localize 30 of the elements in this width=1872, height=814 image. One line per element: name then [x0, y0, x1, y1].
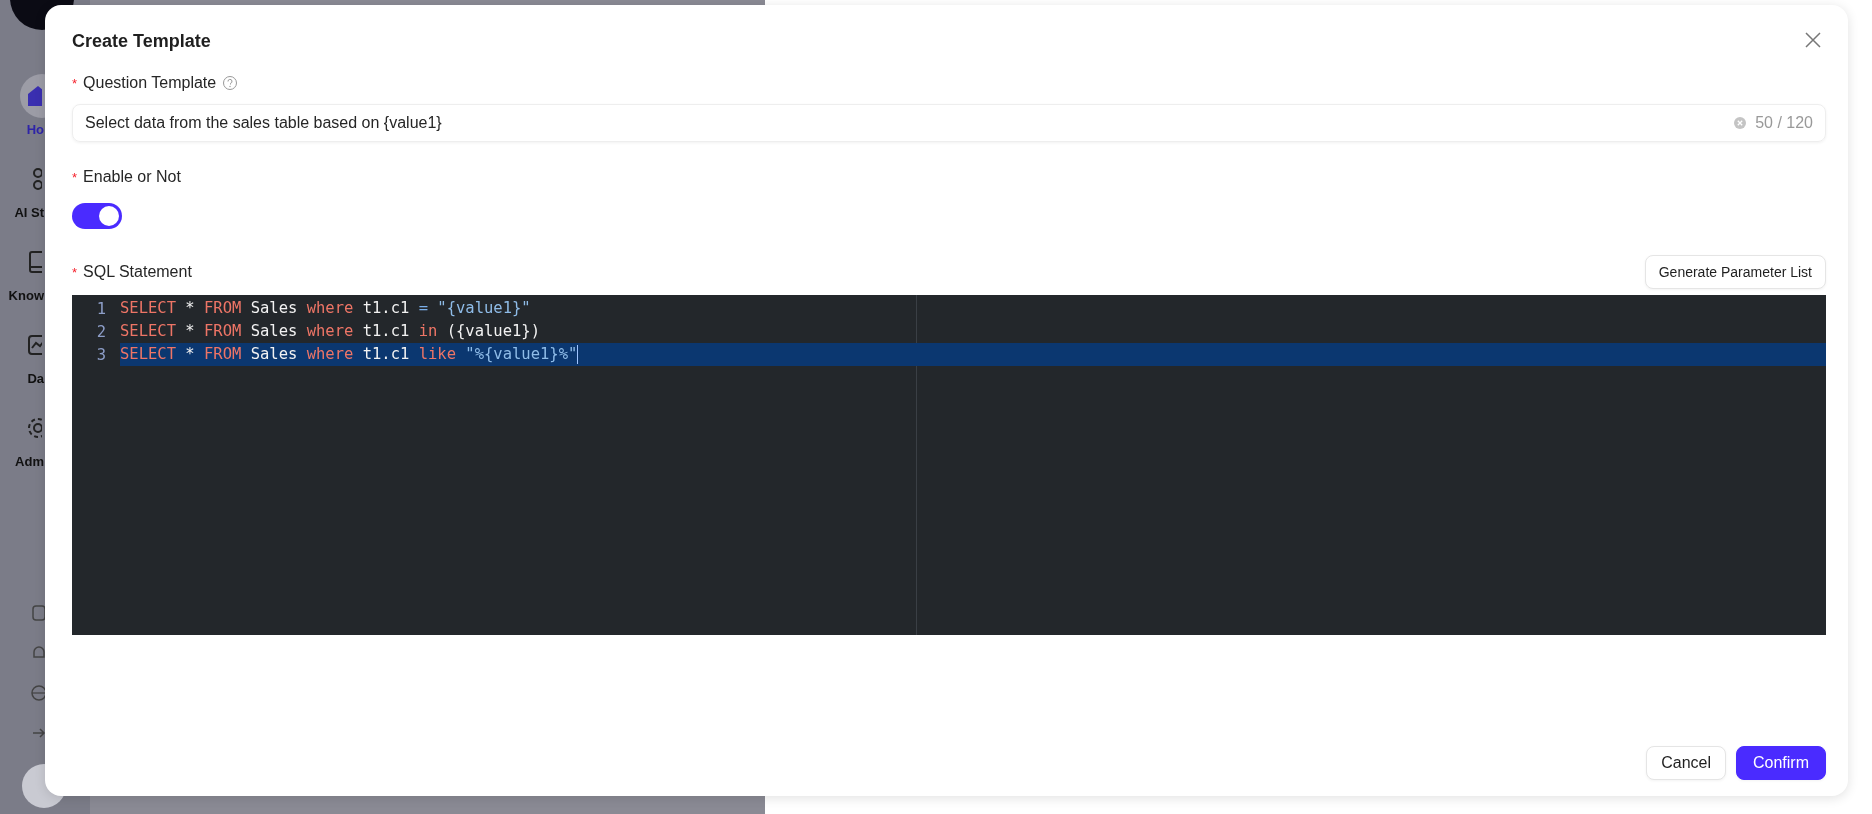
confirm-button[interactable]: Confirm	[1736, 746, 1826, 780]
field-label: Question Template	[83, 74, 217, 92]
code-editor[interactable]: 1 SELECT * FROM Sales where t1.c1 = "{value1}" 2 SELECT * FROM Sales where t1.c1 in ({value1}) 3 SELECT * FROM Sales where t1.c1 like "%{value1}%"	[72, 295, 1826, 635]
cancel-button[interactable]: Cancel	[1646, 746, 1726, 780]
book-icon	[27, 251, 42, 273]
globe-icon[interactable]	[30, 684, 48, 702]
required-mark: *	[72, 75, 78, 91]
sidebar-item[interactable]: AI St	[0, 157, 64, 220]
code-line: SELECT * FROM Sales where t1.c1 = "{value1}"	[120, 298, 532, 319]
field-label: SQL Statement	[83, 263, 192, 281]
required-mark: *	[72, 169, 78, 185]
help-icon[interactable]	[222, 75, 239, 91]
sidebar-item[interactable]: Know	[0, 240, 64, 303]
input-field[interactable]: Select data from the sales table based on {value1} 50 / 120	[72, 104, 1826, 142]
line-number: 1	[95, 299, 107, 318]
line-number: 3	[95, 345, 107, 364]
gear-icon	[27, 417, 42, 439]
dialog-title: Create Template	[72, 31, 211, 52]
code-line: SELECT * FROM Sales where t1.c1 in ({value1})	[120, 321, 541, 342]
generate-button[interactable]: Generate Parameter List	[1644, 255, 1826, 289]
chart-icon	[27, 334, 42, 356]
character-counter: 50 / 120	[1755, 114, 1813, 132]
sidebar-item[interactable]: Da	[0, 323, 64, 386]
sidebar-item[interactable]: Adm	[0, 406, 64, 469]
close-icon[interactable]	[1804, 30, 1822, 49]
toggle-switch[interactable]	[72, 203, 122, 229]
required-mark: *	[72, 264, 78, 280]
field-label: Enable or Not	[83, 168, 181, 186]
house-icon	[27, 85, 42, 107]
line-number: 2	[95, 322, 107, 341]
